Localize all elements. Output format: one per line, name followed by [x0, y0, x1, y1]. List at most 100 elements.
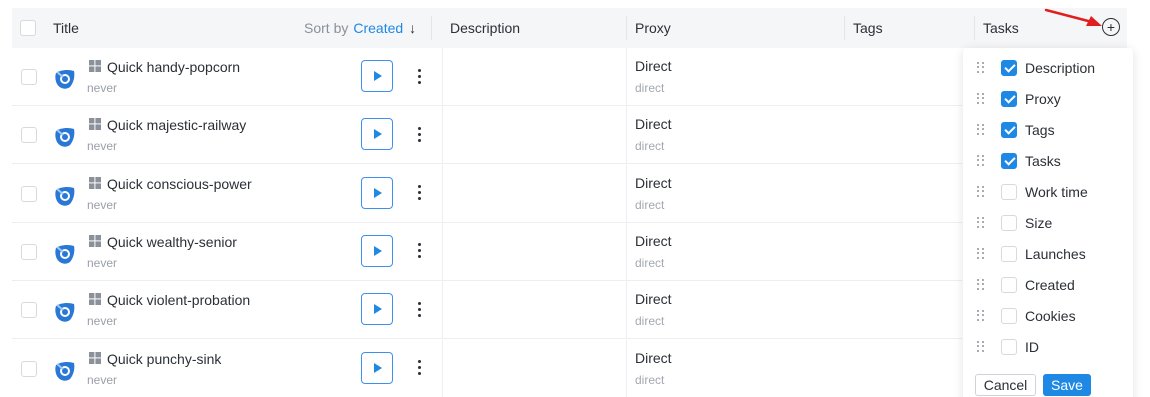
- drag-handle-icon[interactable]: [977, 92, 985, 105]
- play-button[interactable]: [361, 60, 393, 92]
- windows-icon: [89, 351, 101, 364]
- profile-title[interactable]: Quick handy-popcorn: [107, 59, 240, 75]
- proxy-value: Direct: [635, 349, 672, 366]
- column-toggle-item[interactable]: Description: [963, 52, 1133, 83]
- proxy-type: direct: [635, 372, 665, 387]
- table-row[interactable]: Quick wealthy-senior never Direct direct: [12, 222, 962, 281]
- more-options-icon[interactable]: [412, 354, 426, 382]
- profile-title[interactable]: Quick punchy-sink: [107, 351, 221, 367]
- cell-divider: [626, 339, 627, 397]
- proxy-value: Direct: [635, 174, 672, 191]
- profile-title[interactable]: Quick majestic-railway: [107, 117, 246, 133]
- table-row[interactable]: Quick conscious-power never Direct direc…: [12, 164, 962, 223]
- row-select-checkbox[interactable]: [21, 243, 37, 260]
- play-icon: [374, 129, 382, 140]
- column-toggle-item[interactable]: Cookies: [963, 300, 1133, 331]
- table-row[interactable]: Quick majestic-railway never Direct dire…: [12, 106, 962, 165]
- play-button[interactable]: [361, 118, 393, 151]
- column-toggle-item[interactable]: ID: [963, 331, 1133, 362]
- column-toggle-item[interactable]: Created: [963, 269, 1133, 300]
- column-toggle-item[interactable]: Launches: [963, 238, 1133, 269]
- column-toggle-label: Tags: [1025, 121, 1055, 138]
- column-toggle-label: Launches: [1025, 245, 1086, 262]
- cell-divider: [442, 48, 443, 106]
- column-toggle-checkbox[interactable]: [1001, 307, 1017, 324]
- drag-handle-icon[interactable]: [977, 340, 985, 353]
- drag-handle-icon[interactable]: [977, 247, 985, 260]
- play-button[interactable]: [361, 351, 393, 384]
- column-tags[interactable]: Tags: [853, 8, 883, 48]
- column-toggle-checkbox[interactable]: [1001, 245, 1017, 262]
- more-options-icon[interactable]: [412, 237, 426, 265]
- row-select-checkbox[interactable]: [21, 185, 37, 202]
- column-proxy[interactable]: Proxy: [635, 8, 671, 48]
- column-toggle-label: Cookies: [1025, 307, 1076, 324]
- browser-profile-icon: [55, 186, 75, 206]
- windows-icon: [89, 234, 101, 247]
- play-icon: [374, 187, 382, 198]
- column-toggle-checkbox[interactable]: [1001, 121, 1017, 138]
- column-tasks[interactable]: Tasks: [983, 8, 1019, 48]
- add-column-icon[interactable]: +: [1102, 18, 1120, 36]
- proxy-type: direct: [635, 139, 665, 154]
- column-toggle-item[interactable]: Proxy: [963, 83, 1133, 114]
- column-toggle-checkbox[interactable]: [1001, 183, 1017, 200]
- last-run-text: never: [87, 197, 118, 212]
- drag-handle-icon[interactable]: [977, 278, 985, 291]
- column-description[interactable]: Description: [450, 8, 520, 48]
- cancel-button[interactable]: Cancel: [975, 374, 1036, 396]
- sort-by-value[interactable]: Created: [353, 20, 403, 36]
- profile-title[interactable]: Quick conscious-power: [107, 176, 252, 192]
- table-row[interactable]: Quick handy-popcorn never Direct direct: [12, 48, 962, 106]
- row-select-checkbox[interactable]: [21, 360, 37, 377]
- row-select-checkbox[interactable]: [21, 69, 37, 85]
- play-button[interactable]: [361, 176, 393, 209]
- proxy-value: Direct: [635, 58, 672, 74]
- column-toggle-item[interactable]: Work time: [963, 176, 1133, 207]
- profile-title[interactable]: Quick wealthy-senior: [107, 234, 237, 250]
- drag-handle-icon[interactable]: [977, 61, 985, 74]
- column-toggle-checkbox[interactable]: [1001, 214, 1017, 231]
- table-row[interactable]: Quick violent-probation never Direct dir…: [12, 281, 962, 340]
- more-options-icon[interactable]: [412, 295, 426, 323]
- column-toggle-checkbox[interactable]: [1001, 276, 1017, 293]
- drag-handle-icon[interactable]: [977, 154, 985, 167]
- table-row[interactable]: Quick punchy-sink never Direct direct: [12, 339, 962, 397]
- column-toggle-label: Created: [1025, 276, 1075, 293]
- table-header: Title Sort by Created ↓ Description Prox…: [12, 8, 1127, 48]
- column-toggle-item[interactable]: Tasks: [963, 145, 1133, 176]
- column-toggle-label: Tasks: [1025, 152, 1061, 169]
- column-toggle-item[interactable]: Size: [963, 207, 1133, 238]
- cell-divider: [626, 106, 627, 165]
- column-title[interactable]: Title: [53, 8, 79, 48]
- row-select-checkbox[interactable]: [21, 302, 37, 319]
- column-toggle-item[interactable]: Tags: [963, 114, 1133, 145]
- proxy-type: direct: [635, 197, 665, 212]
- select-all-checkbox[interactable]: [20, 20, 36, 36]
- proxy-type: direct: [635, 314, 665, 329]
- column-toggle-checkbox[interactable]: [1001, 338, 1017, 355]
- drag-handle-icon[interactable]: [977, 309, 985, 322]
- sort-control[interactable]: Sort by Created ↓: [304, 8, 416, 48]
- column-toggle-checkbox[interactable]: [1001, 90, 1017, 107]
- profile-title[interactable]: Quick violent-probation: [107, 292, 250, 308]
- save-button[interactable]: Save: [1043, 374, 1091, 396]
- sort-direction-icon[interactable]: ↓: [409, 20, 416, 36]
- row-select-checkbox[interactable]: [21, 127, 37, 144]
- more-options-icon[interactable]: [412, 120, 426, 148]
- more-options-icon[interactable]: [412, 62, 426, 90]
- play-button[interactable]: [361, 234, 393, 267]
- proxy-value: Direct: [635, 116, 672, 133]
- proxy-type: direct: [635, 255, 665, 270]
- column-toggle-checkbox[interactable]: [1001, 152, 1017, 169]
- column-toggle-checkbox[interactable]: [1001, 59, 1017, 76]
- drag-handle-icon[interactable]: [977, 185, 985, 198]
- cell-divider: [626, 281, 627, 340]
- drag-handle-icon[interactable]: [977, 216, 985, 229]
- cell-divider: [626, 48, 627, 106]
- more-options-icon[interactable]: [412, 179, 426, 207]
- play-button[interactable]: [361, 293, 393, 326]
- column-toggle-label: ID: [1025, 338, 1039, 355]
- cell-divider: [442, 222, 443, 281]
- drag-handle-icon[interactable]: [977, 123, 985, 136]
